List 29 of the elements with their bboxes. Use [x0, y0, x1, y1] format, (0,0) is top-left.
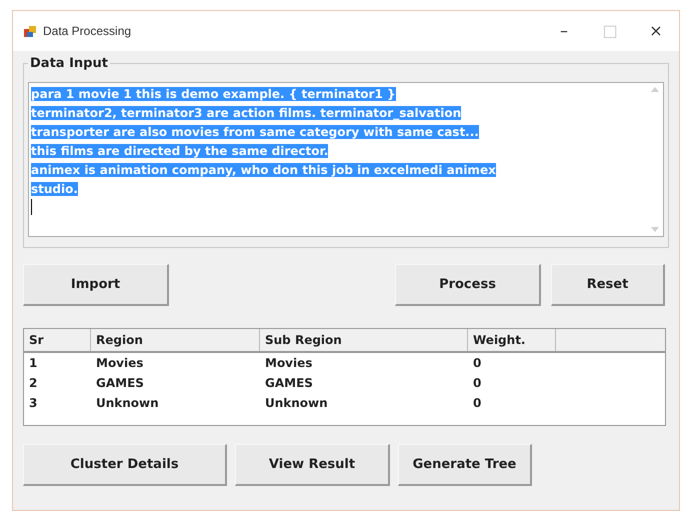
scroll-up-icon[interactable] [651, 87, 659, 92]
table-cell-text: GAMES [95, 375, 145, 392]
table-cell-text: 0 [472, 395, 482, 412]
action-button[interactable]: Import [23, 264, 169, 306]
table-cell-text: Unknown [95, 395, 160, 412]
table-cell-text: 0 [472, 355, 482, 372]
column-header[interactable]: Sr [24, 329, 91, 351]
window-title: Data Processing [43, 23, 132, 40]
column-header[interactable]: Sub Region [260, 329, 468, 351]
table-cell-text: 1 [28, 355, 38, 372]
table-cell-text: 3 [28, 395, 38, 412]
action-button[interactable]: Reset [551, 264, 665, 306]
table-cell-text: 2 [28, 375, 38, 392]
table-cell-text: Movies [264, 355, 314, 372]
table-cell-text: 0 [472, 375, 482, 392]
table-cell-text: Unknown [264, 395, 329, 412]
action-button[interactable]: View Result [235, 444, 390, 486]
column-header[interactable]: Region [91, 329, 260, 351]
table-cell-text: Movies [95, 355, 144, 372]
action-button[interactable]: Process [395, 264, 541, 306]
close-button[interactable]: × [633, 16, 679, 46]
minimize-button[interactable]: – [541, 16, 587, 46]
action-button[interactable]: Generate Tree [398, 444, 532, 486]
column-header[interactable]: Weight. [468, 329, 556, 351]
text-area[interactable] [28, 82, 664, 237]
action-button[interactable]: Cluster Details [23, 444, 227, 486]
scroll-down-icon[interactable] [651, 227, 659, 232]
table-cell-text: GAMES [264, 375, 314, 392]
app-icon [23, 24, 37, 38]
